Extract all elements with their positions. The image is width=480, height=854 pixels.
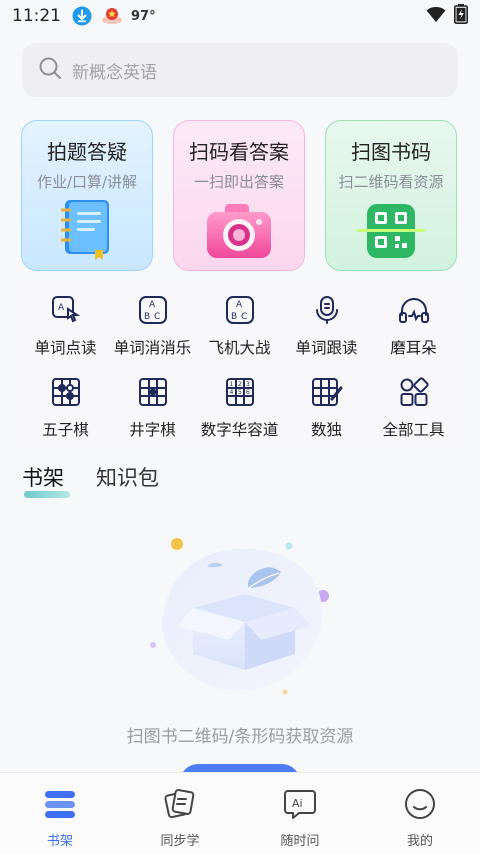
nav-ask-anytime[interactable]: Ai 随时问 (240, 787, 360, 849)
tool-sudoku[interactable]: 数独 (283, 376, 370, 440)
empty-state-message: 扫图书二维码/条形码获取资源 (126, 727, 354, 747)
tool-label: 五子棋 (42, 421, 89, 439)
tool-word-follow-read[interactable]: 单词跟读 (283, 294, 370, 358)
card-subtitle: 作业/口算/讲解 (36, 173, 138, 191)
headphones-icon (398, 294, 430, 326)
plane-battle-icon: ABC (224, 294, 256, 326)
search-placeholder: 新概念英语 (72, 62, 157, 83)
nav-sync-learn[interactable]: 同步学 (120, 787, 240, 849)
download-icon (71, 5, 93, 27)
word-match-icon: ABC (137, 294, 169, 326)
number-slide-icon: 123 456 (224, 376, 256, 408)
svg-text:A: A (236, 300, 243, 310)
nav-label: 书架 (46, 834, 73, 849)
word-tap-read-icon: A (50, 294, 82, 326)
svg-text:2: 2 (238, 381, 242, 388)
svg-text:A: A (149, 300, 156, 310)
nav-label: 随时问 (280, 834, 320, 849)
card-subtitle: 一扫即出答案 (193, 173, 284, 191)
scan-answer-card[interactable]: 扫码看答案 一扫即出答案 (173, 120, 305, 271)
svg-text:B: B (144, 312, 150, 322)
nav-label: 我的 (406, 834, 433, 849)
gomoku-icon (50, 376, 82, 408)
nav-label: 同步学 (160, 834, 200, 849)
tab-label: 知识包 (96, 466, 159, 490)
svg-text:A: A (58, 303, 65, 313)
profile-icon (360, 787, 480, 821)
camera-icon (174, 200, 304, 262)
svg-text:3: 3 (246, 381, 250, 388)
svg-text:Ai: Ai (292, 797, 303, 810)
tool-ear-training[interactable]: 磨耳朵 (370, 294, 457, 358)
card-title: 拍题答疑 (47, 140, 127, 164)
qr-code-icon (326, 200, 456, 262)
tab-active-indicator (24, 491, 70, 498)
shelf-tabs: 书架 知识包 (22, 462, 159, 498)
tool-tic-tac-toe[interactable]: 井字棋 (109, 376, 196, 440)
svg-text:1: 1 (229, 381, 233, 388)
card-title: 扫码看答案 (189, 140, 289, 164)
tool-label: 数字华容道 (200, 421, 279, 439)
scan-book-code-card[interactable]: 扫图书码 扫二维码看资源 (325, 120, 457, 271)
sync-learn-icon (120, 787, 240, 821)
tool-number-slide[interactable]: 123 456 数字华容道 (196, 376, 283, 440)
status-bar: 11:21 97° (0, 0, 480, 32)
svg-text:6: 6 (246, 389, 250, 396)
tab-knowledge-pack[interactable]: 知识包 (96, 462, 159, 492)
card-subtitle: 扫二维码看资源 (338, 173, 444, 191)
tab-label: 书架 (22, 466, 64, 490)
temperature-text: 97° (131, 8, 156, 24)
tool-label: 磨耳朵 (390, 339, 437, 357)
ai-ask-icon: Ai (240, 787, 360, 821)
all-tools-icon (398, 376, 430, 408)
tools-grid: A 单词点读 ABC 单词消消乐 ABC 飞机大战 单词跟读 磨耳朵 五子棋 井… (22, 282, 458, 446)
search-icon (38, 56, 62, 84)
tic-tac-toe-icon (137, 376, 169, 408)
nav-profile[interactable]: 我的 (360, 787, 480, 849)
tool-label: 单词消消乐 (113, 339, 192, 357)
word-follow-read-icon (311, 294, 343, 326)
svg-text:5: 5 (238, 389, 242, 396)
svg-text:4: 4 (229, 389, 233, 396)
tool-label: 单词跟读 (295, 339, 358, 357)
sudoku-icon (311, 376, 343, 408)
tool-label: 全部工具 (382, 421, 445, 439)
svg-text:B: B (231, 312, 237, 322)
tool-all-tools[interactable]: 全部工具 (370, 376, 457, 440)
status-time: 11:21 (12, 6, 61, 26)
svg-text:C: C (154, 312, 160, 322)
tool-label: 数独 (310, 421, 342, 439)
app-notification-icon (101, 5, 123, 27)
tool-label: 飞机大战 (208, 339, 271, 357)
notebook-icon (22, 196, 152, 262)
nav-bookshelf[interactable]: 书架 (0, 787, 120, 849)
wifi-icon (426, 5, 446, 28)
empty-box-illustration (145, 530, 345, 700)
tool-label: 井字棋 (129, 421, 176, 439)
photo-question-card[interactable]: 拍题答疑 作业/口算/讲解 (21, 120, 153, 271)
bottom-nav: 书架 同步学 Ai 随时问 我的 (0, 772, 480, 854)
tool-word-tap-read[interactable]: A 单词点读 (22, 294, 109, 358)
tool-gomoku[interactable]: 五子棋 (22, 376, 109, 440)
card-title: 扫图书码 (351, 140, 431, 164)
tool-word-match[interactable]: ABC 单词消消乐 (109, 294, 196, 358)
search-bar[interactable]: 新概念英语 (22, 43, 458, 97)
bookshelf-icon (0, 787, 120, 821)
battery-charging-icon (454, 3, 468, 29)
tool-label: 单词点读 (34, 339, 97, 357)
tool-plane-battle[interactable]: ABC 飞机大战 (196, 294, 283, 358)
svg-text:C: C (241, 312, 247, 322)
tab-bookshelf[interactable]: 书架 (22, 462, 70, 498)
